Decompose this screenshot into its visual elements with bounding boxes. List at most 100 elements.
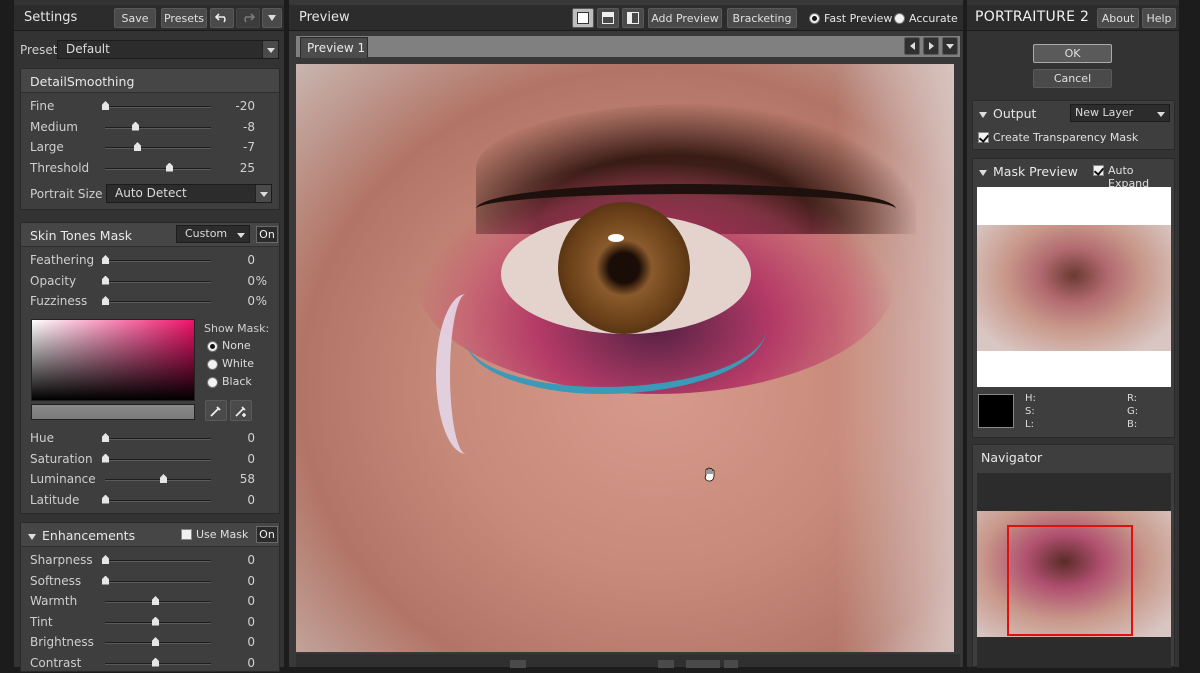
slider-thumb[interactable] [102, 494, 109, 504]
auto-expand-checkbox[interactable] [1093, 165, 1104, 176]
slider-value: 0 [247, 273, 255, 288]
tab-prev-button[interactable] [904, 37, 920, 55]
slider-thumb[interactable] [102, 555, 109, 564]
single-view-button[interactable] [572, 8, 594, 28]
presets-button[interactable]: Presets [161, 8, 207, 28]
slider-thumb[interactable] [102, 575, 109, 585]
ok-button[interactable]: OK [1033, 44, 1112, 63]
slider-label: Latitude [30, 492, 80, 507]
settings-menu-button[interactable] [262, 8, 282, 28]
mask-radio-black[interactable] [207, 377, 218, 388]
chevron-right-icon [928, 42, 934, 50]
preset-label: Preset [20, 43, 58, 57]
navigator-frame [977, 473, 1171, 668]
slider-track[interactable] [105, 301, 211, 303]
color-picker-field[interactable] [31, 319, 195, 401]
bracketing-button[interactable]: Bracketing [727, 8, 797, 28]
output-select[interactable]: New Layer [1070, 104, 1170, 122]
split-horizontal-button[interactable] [597, 8, 619, 28]
save-button[interactable]: Save [114, 8, 156, 28]
slider-row-opacity: Opacity 0% [29, 271, 279, 291]
navigator-label: Navigator [981, 450, 1043, 465]
slider-value: 25 [239, 160, 255, 175]
split-vertical-icon [627, 12, 639, 24]
navigator-image[interactable] [977, 511, 1171, 637]
portrait-size-select[interactable]: Auto Detect [106, 184, 272, 203]
slider-label: Fine [30, 99, 55, 113]
slider-thumb[interactable] [102, 101, 109, 110]
navigator-viewport[interactable] [1007, 525, 1133, 636]
split-vertical-button[interactable] [622, 8, 644, 28]
eyedropper-button[interactable] [205, 400, 227, 421]
slider-track[interactable] [105, 167, 211, 170]
slider-thumb[interactable] [152, 596, 159, 605]
skin-mode-select[interactable]: Custom [176, 225, 250, 243]
slider-track[interactable] [105, 280, 211, 283]
slider-track[interactable] [105, 438, 211, 440]
slider-label: Threshold [30, 160, 90, 175]
slider-value: 0 [247, 492, 255, 507]
mask-radio-white[interactable] [207, 359, 218, 370]
slider-track[interactable] [105, 106, 211, 108]
slider-thumb[interactable] [134, 142, 141, 151]
preview-tab-bar [296, 36, 960, 57]
hsl-label: S: [1025, 406, 1035, 417]
slider-thumb[interactable] [102, 255, 109, 264]
slider-label: Large [30, 140, 64, 154]
slider-thumb[interactable] [102, 275, 109, 285]
chevron-down-icon [268, 15, 276, 21]
cancel-button[interactable]: Cancel [1033, 69, 1112, 88]
slider-track[interactable] [105, 458, 211, 461]
slider-row-warmth: Warmth 0 [29, 591, 279, 611]
redo-button[interactable] [236, 8, 260, 28]
slider-track[interactable] [105, 580, 211, 583]
slider-thumb[interactable] [152, 616, 159, 626]
collapse-icon [979, 169, 987, 176]
eyedropper-plus-button[interactable] [230, 400, 252, 421]
fast-preview-radio[interactable] [809, 13, 820, 24]
slider-thumb[interactable] [102, 433, 109, 442]
slider-track[interactable] [105, 499, 211, 502]
preset-select[interactable]: Default [57, 40, 279, 59]
use-mask-checkbox[interactable] [181, 529, 192, 540]
undo-button[interactable] [210, 8, 234, 28]
slider-label: Tint [30, 614, 53, 629]
help-button[interactable]: Help [1142, 8, 1176, 28]
enhancements-on-toggle[interactable]: On [256, 526, 278, 543]
undo-icon [215, 13, 226, 23]
preview-image[interactable] [296, 64, 954, 652]
slider-thumb[interactable] [132, 121, 139, 131]
slider-track[interactable] [105, 260, 211, 262]
chevron-down-icon [233, 226, 249, 242]
about-button[interactable]: About [1097, 8, 1139, 28]
slider-track[interactable] [105, 560, 211, 562]
slider-value: -8 [243, 119, 255, 134]
tab-preview-1[interactable]: Preview 1 [300, 37, 368, 58]
collapse-icon [979, 111, 987, 118]
redo-icon [244, 13, 255, 23]
tab-menu-button[interactable] [942, 37, 958, 55]
slider-thumb[interactable] [160, 474, 167, 483]
add-preview-button[interactable]: Add Preview [648, 8, 722, 28]
slider-thumb[interactable] [102, 453, 109, 463]
slider-label: Softness [30, 573, 82, 588]
transparency-mask-checkbox[interactable] [978, 132, 989, 143]
mask-radio-none[interactable] [207, 341, 218, 352]
slider-thumb[interactable] [152, 637, 159, 646]
slider-row-brightness: Brightness 0 [29, 632, 279, 652]
slider-track[interactable] [105, 126, 211, 129]
skin-on-toggle[interactable]: On [256, 226, 278, 243]
portrait-size-label: Portrait Size [30, 187, 103, 201]
accurate-radio[interactable] [894, 13, 905, 24]
hsl-label: H: [1025, 393, 1036, 404]
slider-track[interactable] [105, 147, 211, 149]
slider-thumb[interactable] [102, 296, 109, 305]
tab-next-button[interactable] [923, 37, 939, 55]
slider-thumb[interactable] [166, 162, 173, 172]
hue-strip[interactable] [31, 404, 195, 420]
slider-thumb[interactable] [152, 657, 159, 667]
slider-row-medium: Medium -8 [29, 117, 279, 137]
chevron-down-icon [1153, 105, 1169, 121]
slider-track[interactable] [105, 479, 211, 481]
slider-value: 0 [247, 431, 255, 445]
